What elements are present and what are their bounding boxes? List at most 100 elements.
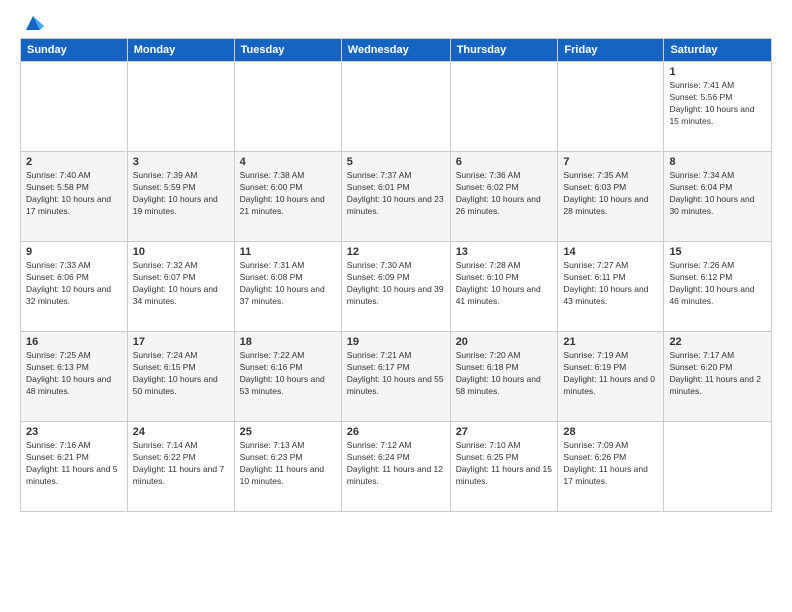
day-cell [664, 422, 772, 512]
page: SundayMondayTuesdayWednesdayThursdayFrid… [0, 0, 792, 612]
day-cell: 20 Sunrise: 7:20 AM Sunset: 6:18 PM Dayli… [450, 332, 558, 422]
day-info: Sunrise: 7:27 AM Sunset: 6:11 PM Dayligh… [563, 260, 658, 308]
day-number: 10 [133, 246, 229, 258]
weekday-header-sunday: Sunday [21, 39, 128, 62]
day-cell: 5 Sunrise: 7:37 AM Sunset: 6:01 PM Daylig… [341, 152, 450, 242]
day-cell: 9 Sunrise: 7:33 AM Sunset: 6:06 PM Daylig… [21, 242, 128, 332]
day-cell: 22 Sunrise: 7:17 AM Sunset: 6:20 PM Dayli… [664, 332, 772, 422]
day-cell: 11 Sunrise: 7:31 AM Sunset: 6:08 PM Dayli… [234, 242, 341, 332]
day-info: Sunrise: 7:35 AM Sunset: 6:03 PM Dayligh… [563, 170, 658, 218]
day-info: Sunrise: 7:34 AM Sunset: 6:04 PM Dayligh… [669, 170, 766, 218]
day-info: Sunrise: 7:19 AM Sunset: 6:19 PM Dayligh… [563, 350, 658, 398]
week-row-4: 16 Sunrise: 7:25 AM Sunset: 6:13 PM Dayli… [21, 332, 772, 422]
day-cell: 17 Sunrise: 7:24 AM Sunset: 6:15 PM Dayli… [127, 332, 234, 422]
day-cell: 18 Sunrise: 7:22 AM Sunset: 6:16 PM Dayli… [234, 332, 341, 422]
header [20, 16, 772, 28]
day-cell: 7 Sunrise: 7:35 AM Sunset: 6:03 PM Daylig… [558, 152, 664, 242]
logo-icon [22, 12, 44, 34]
day-number: 16 [26, 336, 122, 348]
day-number: 22 [669, 336, 766, 348]
day-info: Sunrise: 7:36 AM Sunset: 6:02 PM Dayligh… [456, 170, 553, 218]
day-cell: 26 Sunrise: 7:12 AM Sunset: 6:24 PM Dayli… [341, 422, 450, 512]
calendar: SundayMondayTuesdayWednesdayThursdayFrid… [20, 38, 772, 512]
week-row-3: 9 Sunrise: 7:33 AM Sunset: 6:06 PM Daylig… [21, 242, 772, 332]
day-cell [21, 62, 128, 152]
day-number: 24 [133, 426, 229, 438]
day-info: Sunrise: 7:12 AM Sunset: 6:24 PM Dayligh… [347, 440, 445, 488]
day-number: 17 [133, 336, 229, 348]
weekday-header-wednesday: Wednesday [341, 39, 450, 62]
day-number: 8 [669, 156, 766, 168]
week-row-2: 2Sunrise: 7:40 AM Sunset: 5:58 PM Daylig… [21, 152, 772, 242]
day-number: 18 [240, 336, 336, 348]
day-cell: 24Sunrise: 7:14 AM Sunset: 6:22 PM Dayli… [127, 422, 234, 512]
day-cell [127, 62, 234, 152]
weekday-header-row: SundayMondayTuesdayWednesdayThursdayFrid… [21, 39, 772, 62]
weekday-header-friday: Friday [558, 39, 664, 62]
day-number: 7 [563, 156, 658, 168]
day-info: Sunrise: 7:41 AM Sunset: 5:56 PM Dayligh… [669, 80, 766, 128]
day-info: Sunrise: 7:25 AM Sunset: 6:13 PM Dayligh… [26, 350, 122, 398]
day-info: Sunrise: 7:09 AM Sunset: 6:26 PM Dayligh… [563, 440, 658, 488]
day-cell: 12 Sunrise: 7:30 AM Sunset: 6:09 PM Dayli… [341, 242, 450, 332]
week-row-5: 23 Sunrise: 7:16 AM Sunset: 6:21 PM Dayli… [21, 422, 772, 512]
day-cell: 21 Sunrise: 7:19 AM Sunset: 6:19 PM Dayli… [558, 332, 664, 422]
day-cell [341, 62, 450, 152]
day-info: Sunrise: 7:17 AM Sunset: 6:20 PM Dayligh… [669, 350, 766, 398]
day-info: Sunrise: 7:30 AM Sunset: 6:09 PM Dayligh… [347, 260, 445, 308]
logo [20, 16, 44, 28]
day-number: 26 [347, 426, 445, 438]
day-number: 28 [563, 426, 658, 438]
day-number: 12 [347, 246, 445, 258]
day-number: 27 [456, 426, 553, 438]
day-cell: 10 Sunrise: 7:32 AM Sunset: 6:07 PM Dayli… [127, 242, 234, 332]
day-number: 25 [240, 426, 336, 438]
day-cell: 19Sunrise: 7:21 AM Sunset: 6:17 PM Dayli… [341, 332, 450, 422]
day-info: Sunrise: 7:40 AM Sunset: 5:58 PM Dayligh… [26, 170, 122, 218]
day-number: 5 [347, 156, 445, 168]
day-number: 15 [669, 246, 766, 258]
day-cell [450, 62, 558, 152]
day-number: 14 [563, 246, 658, 258]
weekday-header-saturday: Saturday [664, 39, 772, 62]
day-cell: 25 Sunrise: 7:13 AM Sunset: 6:23 PM Dayli… [234, 422, 341, 512]
day-info: Sunrise: 7:13 AM Sunset: 6:23 PM Dayligh… [240, 440, 336, 488]
day-number: 4 [240, 156, 336, 168]
day-number: 21 [563, 336, 658, 348]
day-info: Sunrise: 7:16 AM Sunset: 6:21 PM Dayligh… [26, 440, 122, 488]
day-cell: 2Sunrise: 7:40 AM Sunset: 5:58 PM Daylig… [21, 152, 128, 242]
day-info: Sunrise: 7:10 AM Sunset: 6:25 PM Dayligh… [456, 440, 553, 488]
day-cell: 8 Sunrise: 7:34 AM Sunset: 6:04 PM Daylig… [664, 152, 772, 242]
week-row-1: 1 Sunrise: 7:41 AM Sunset: 5:56 PM Daylig… [21, 62, 772, 152]
day-cell [234, 62, 341, 152]
day-number: 11 [240, 246, 336, 258]
day-cell: 23 Sunrise: 7:16 AM Sunset: 6:21 PM Dayli… [21, 422, 128, 512]
day-info: Sunrise: 7:33 AM Sunset: 6:06 PM Dayligh… [26, 260, 122, 308]
day-info: Sunrise: 7:38 AM Sunset: 6:00 PM Dayligh… [240, 170, 336, 218]
day-info: Sunrise: 7:22 AM Sunset: 6:16 PM Dayligh… [240, 350, 336, 398]
weekday-header-thursday: Thursday [450, 39, 558, 62]
day-cell: 3 Sunrise: 7:39 AM Sunset: 5:59 PM Daylig… [127, 152, 234, 242]
day-cell: 27 Sunrise: 7:10 AM Sunset: 6:25 PM Dayli… [450, 422, 558, 512]
day-info: Sunrise: 7:24 AM Sunset: 6:15 PM Dayligh… [133, 350, 229, 398]
day-number: 1 [669, 66, 766, 78]
weekday-header-tuesday: Tuesday [234, 39, 341, 62]
day-number: 6 [456, 156, 553, 168]
day-cell: 13Sunrise: 7:28 AM Sunset: 6:10 PM Dayli… [450, 242, 558, 332]
day-number: 23 [26, 426, 122, 438]
day-number: 20 [456, 336, 553, 348]
day-cell: 6 Sunrise: 7:36 AM Sunset: 6:02 PM Daylig… [450, 152, 558, 242]
day-info: Sunrise: 7:32 AM Sunset: 6:07 PM Dayligh… [133, 260, 229, 308]
day-cell: 14 Sunrise: 7:27 AM Sunset: 6:11 PM Dayli… [558, 242, 664, 332]
day-info: Sunrise: 7:31 AM Sunset: 6:08 PM Dayligh… [240, 260, 336, 308]
day-cell: 4 Sunrise: 7:38 AM Sunset: 6:00 PM Daylig… [234, 152, 341, 242]
day-info: Sunrise: 7:39 AM Sunset: 5:59 PM Dayligh… [133, 170, 229, 218]
day-info: Sunrise: 7:28 AM Sunset: 6:10 PM Dayligh… [456, 260, 553, 308]
day-cell [558, 62, 664, 152]
day-cell: 15 Sunrise: 7:26 AM Sunset: 6:12 PM Dayli… [664, 242, 772, 332]
day-info: Sunrise: 7:37 AM Sunset: 6:01 PM Dayligh… [347, 170, 445, 218]
day-number: 9 [26, 246, 122, 258]
day-number: 3 [133, 156, 229, 168]
day-info: Sunrise: 7:26 AM Sunset: 6:12 PM Dayligh… [669, 260, 766, 308]
day-info: Sunrise: 7:20 AM Sunset: 6:18 PM Dayligh… [456, 350, 553, 398]
